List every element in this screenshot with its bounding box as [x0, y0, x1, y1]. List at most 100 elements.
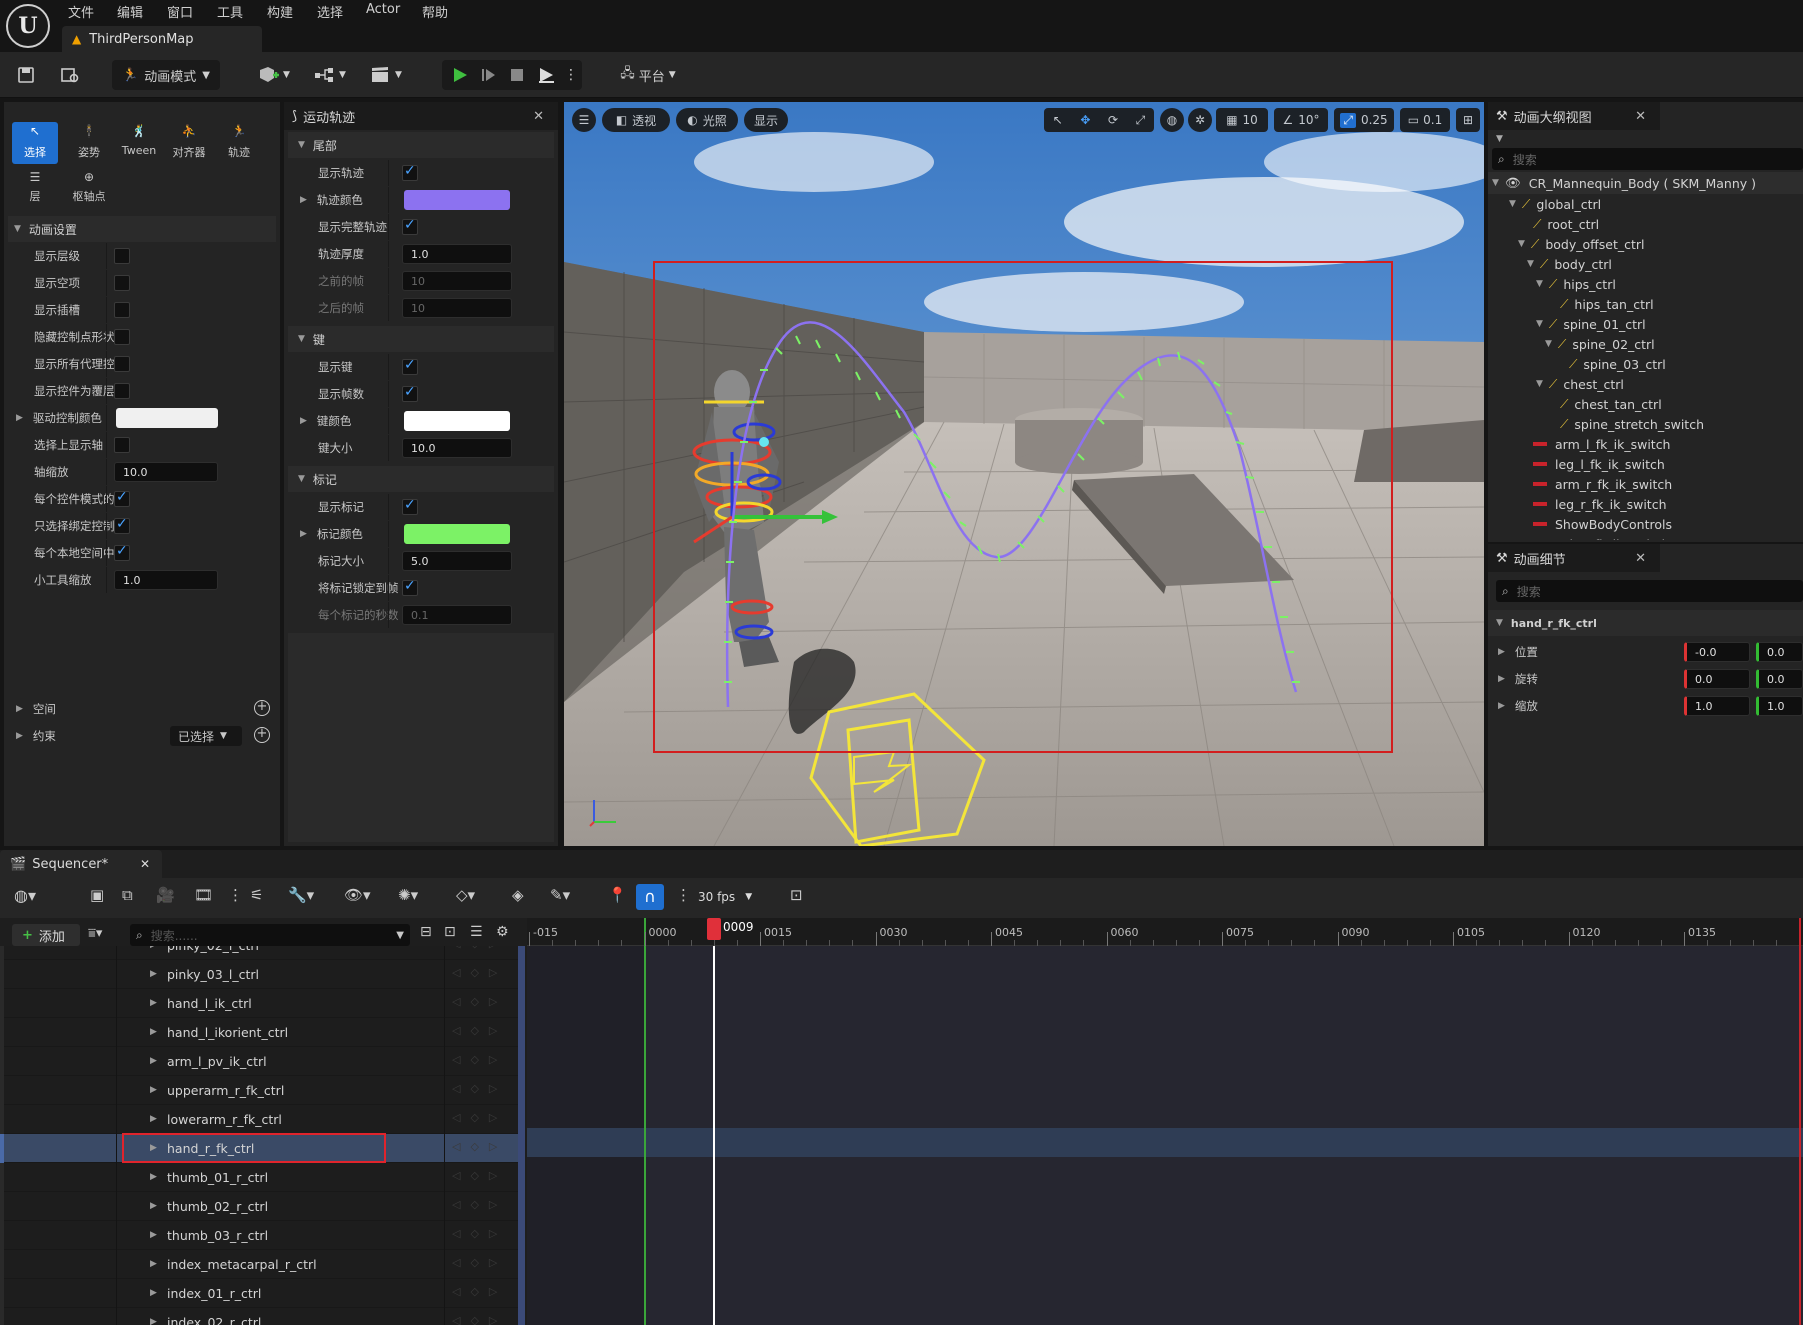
- eject-icon[interactable]: [532, 60, 560, 90]
- track-row[interactable]: ▶ index_02_r_ctrl ◁◇▷: [0, 1308, 525, 1325]
- expand-arrow-icon[interactable]: ▶: [150, 1288, 157, 1298]
- find-in-browser-icon[interactable]: ⧉: [122, 886, 133, 904]
- track-row[interactable]: ▶ hand_l_ikorient_ctrl ◁◇▷: [0, 1018, 525, 1047]
- track-row[interactable]: ▶ lowerarm_r_fk_ctrl ◁◇▷: [0, 1105, 525, 1134]
- expand-arrow-icon[interactable]: ▶: [150, 1027, 157, 1037]
- select-icon[interactable]: ↖: [18, 124, 52, 138]
- details-y-field[interactable]: 1.0: [1756, 696, 1803, 716]
- motion-trail-number[interactable]: 5.0: [402, 551, 512, 571]
- details-tab[interactable]: ⚒ 动画细节 ✕: [1488, 544, 1660, 572]
- anim-setting-checkbox[interactable]: [114, 516, 130, 534]
- map-tab[interactable]: ▲ ThirdPersonMap: [62, 26, 262, 52]
- motion-trail-checkbox[interactable]: [402, 357, 418, 375]
- keyframe-nav-icon[interactable]: ◁◇▷: [452, 995, 507, 1008]
- outliner-item[interactable]: leg_r_fk_ik_switch: [1518, 494, 1667, 514]
- menu-tools[interactable]: 工具: [217, 2, 243, 21]
- aligner-icon[interactable]: ⛹: [166, 124, 212, 138]
- menu-window[interactable]: 窗口: [167, 2, 193, 21]
- lighting-button[interactable]: ◐ 光照: [676, 108, 738, 132]
- motion-trail-color-swatch[interactable]: [404, 190, 510, 210]
- trail-icon[interactable]: 🏃: [216, 124, 262, 138]
- outliner-item[interactable]: arm_l_fk_ik_switch: [1518, 434, 1671, 454]
- close-icon[interactable]: ✕: [1635, 551, 1646, 566]
- tool-trail[interactable]: 轨迹: [216, 144, 262, 160]
- details-control-header[interactable]: ▼ hand_r_fk_ctrl: [1488, 610, 1803, 636]
- expand-arrow-icon[interactable]: ▶: [150, 1056, 157, 1066]
- camera-speed-button[interactable]: ▭ 0.1: [1400, 108, 1450, 132]
- expand-arrow-icon[interactable]: ▶: [16, 413, 23, 423]
- collapse-arrow-icon[interactable]: ▼: [1518, 239, 1525, 249]
- track-search-input[interactable]: ⌕ 搜索...... ▼: [130, 924, 410, 946]
- track-row[interactable]: ▶ thumb_02_r_ctrl ◁◇▷: [0, 1192, 525, 1221]
- track-row[interactable]: ▶ thumb_03_r_ctrl ◁◇▷: [0, 1221, 525, 1250]
- angle-snap-button[interactable]: ∠ 10°: [1274, 108, 1328, 132]
- save-icon[interactable]: [12, 60, 40, 90]
- expand-arrow-icon[interactable]: ▶: [150, 1085, 157, 1095]
- motion-trail-number[interactable]: 10: [402, 298, 512, 318]
- outliner-item[interactable]: spine_fk_ik_switch: [1518, 534, 1670, 541]
- details-x-field[interactable]: 1.0: [1684, 696, 1750, 716]
- motion-trail-checkbox[interactable]: [402, 163, 418, 181]
- expand-arrow-icon[interactable]: ▶: [150, 998, 157, 1008]
- track-row[interactable]: ▶ index_01_r_ctrl ◁◇▷: [0, 1279, 525, 1308]
- keyframe-nav-icon[interactable]: ◁◇▷: [452, 946, 507, 950]
- filter-icon[interactable]: ⩸▾: [88, 926, 102, 941]
- expand-arrow-icon[interactable]: ▶: [150, 1230, 157, 1240]
- wrench-icon[interactable]: 🔧▾: [288, 886, 314, 904]
- select-cursor-icon[interactable]: ↖: [1053, 113, 1063, 127]
- keyframe-nav-icon[interactable]: ◁◇▷: [452, 1227, 507, 1240]
- expand-arrow-icon[interactable]: ▶: [150, 969, 157, 979]
- motion-trail-section-header[interactable]: ▼ 尾部: [288, 132, 554, 158]
- motion-trail-number[interactable]: 10: [402, 271, 512, 291]
- expand-arrow-icon[interactable]: ▶: [150, 1259, 157, 1269]
- camera-cut-icon[interactable]: 🎥: [156, 886, 175, 904]
- unreal-logo-icon[interactable]: U: [6, 4, 50, 48]
- key-graph-icon[interactable]: ⚟: [250, 886, 263, 904]
- viewport-layout-icon[interactable]: ⊞: [1456, 108, 1480, 132]
- pivot-icon[interactable]: ⊕: [66, 170, 112, 184]
- anim-setting-checkbox[interactable]: [114, 383, 130, 399]
- menu-file[interactable]: 文件: [68, 2, 94, 21]
- edit-mode-icon[interactable]: ✎▾: [550, 886, 570, 904]
- expand-arrow-icon[interactable]: ▶: [150, 1114, 157, 1124]
- expand-arrow-icon[interactable]: ▶: [150, 946, 157, 950]
- expand-arrow-icon[interactable]: ▶: [1498, 701, 1505, 711]
- grid-snap-button[interactable]: ▦ 10: [1216, 108, 1268, 132]
- fps-dropdown[interactable]: 30 fps ▼: [698, 884, 752, 910]
- blueprint-button[interactable]: ▼: [310, 60, 350, 90]
- add-space-icon[interactable]: +: [254, 700, 270, 716]
- keyframe-nav-icon[interactable]: ◁◇▷: [452, 1198, 507, 1211]
- tool-select[interactable]: 选择: [12, 144, 58, 160]
- anim-setting-checkbox[interactable]: [114, 329, 130, 345]
- collapse-arrow-icon[interactable]: ▼: [1509, 199, 1516, 209]
- anim-setting-checkbox[interactable]: [114, 248, 130, 264]
- details-search-input[interactable]: ⌕ 搜索: [1496, 580, 1803, 602]
- collapse-arrow-icon[interactable]: ▼: [1536, 319, 1543, 329]
- outliner-item[interactable]: ⟋ root_ctrl: [1518, 214, 1599, 234]
- motion-trail-tab[interactable]: ⟆ 运动轨迹 ✕: [284, 102, 558, 130]
- options-arrow-icon[interactable]: ▼: [1496, 134, 1503, 144]
- playback-options-icon[interactable]: ✺▾: [398, 886, 418, 904]
- expand-arrow-icon[interactable]: ▶: [1498, 647, 1505, 657]
- close-icon[interactable]: ✕: [140, 857, 150, 871]
- details-x-field[interactable]: 0.0: [1684, 669, 1750, 689]
- motion-trail-section-header[interactable]: ▼ 键: [288, 326, 554, 352]
- details-x-field[interactable]: -0.0: [1684, 642, 1750, 662]
- step-icon[interactable]: [476, 60, 502, 90]
- menu-select[interactable]: 选择: [317, 2, 343, 21]
- anim-settings-header[interactable]: ▼ 动画设置: [8, 216, 276, 242]
- collapse-arrow-icon[interactable]: ▼: [1545, 339, 1552, 349]
- track-row[interactable]: ▶ index_metacarpal_r_ctrl ◁◇▷: [0, 1250, 525, 1279]
- anim-setting-number[interactable]: 1.0: [114, 570, 218, 590]
- scale-snap-button[interactable]: ⤢ 0.25: [1334, 108, 1394, 132]
- more-options-icon[interactable]: ⋮: [676, 886, 691, 904]
- outliner-item[interactable]: ▼ ⟋ global_ctrl: [1509, 194, 1601, 214]
- keyframe-nav-icon[interactable]: ◁◇▷: [452, 1256, 507, 1269]
- keyframe-nav-icon[interactable]: ◁◇▷: [452, 1082, 507, 1095]
- more-options-icon[interactable]: ⋮: [564, 60, 578, 90]
- control-color-swatch[interactable]: [116, 408, 218, 428]
- outliner-item[interactable]: ⟋ hips_tan_ctrl: [1545, 294, 1654, 314]
- outliner-item[interactable]: ▼ ⟋ body_ctrl: [1527, 254, 1612, 274]
- motion-trail-section-header[interactable]: ▼ 标记: [288, 466, 554, 492]
- eye-icon[interactable]: 👁: [1505, 175, 1521, 191]
